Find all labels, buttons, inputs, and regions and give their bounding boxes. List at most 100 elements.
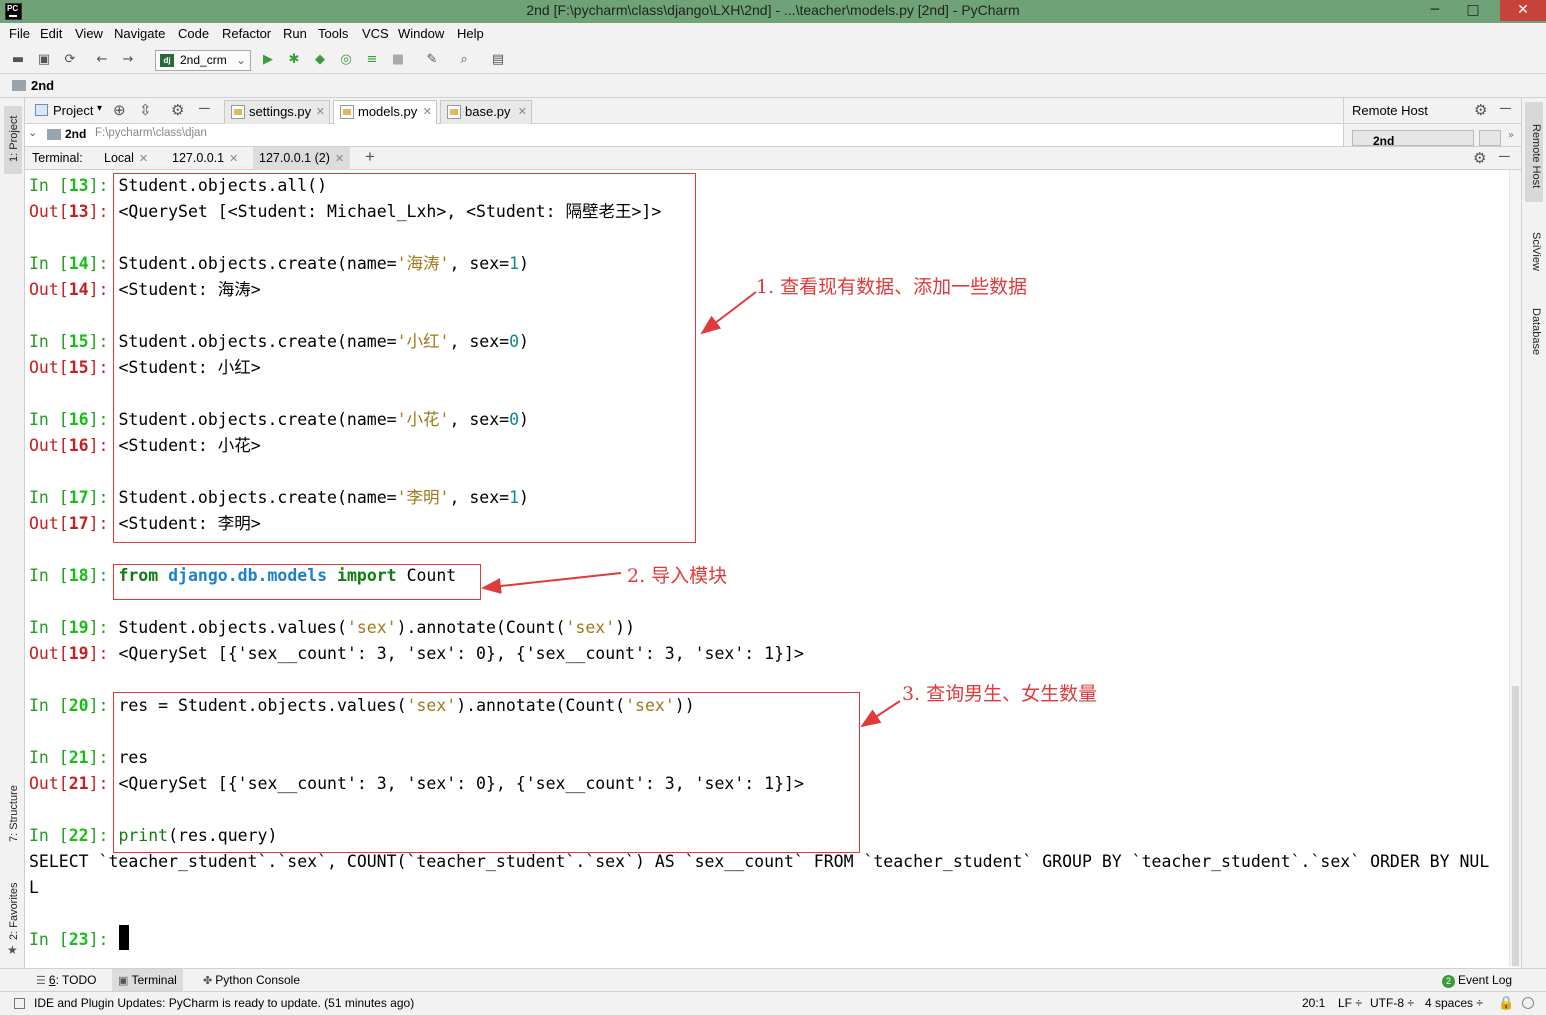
debug-icon[interactable]: ✱ — [286, 52, 302, 68]
editor-area[interactable] — [221, 124, 1343, 146]
run-icon[interactable]: ▶ — [260, 52, 276, 68]
gear-icon[interactable]: ⚙ — [1473, 149, 1486, 167]
collapse-icon[interactable]: ⇳ — [139, 101, 152, 119]
terminal-label: Terminal: — [32, 151, 83, 165]
terminal-tab[interactable]: ▣ Terminal — [112, 969, 183, 991]
chevron-down-icon: ▾ — [97, 103, 103, 114]
tab-label: models.py — [358, 104, 418, 119]
hide-icon[interactable]: ─ — [1499, 148, 1510, 165]
event-log-tab[interactable]: 2 Event Log — [1436, 969, 1518, 991]
django-icon: dj — [160, 54, 174, 67]
title-bar: PC 2nd [F:\pycharm\class\django\LXH\2nd]… — [0, 0, 1546, 23]
close-tab-icon[interactable]: ✕ — [518, 101, 527, 123]
close-tab-icon[interactable]: ✕ — [229, 153, 238, 165]
annotation-arrow-2 — [481, 572, 622, 595]
close-tab-icon[interactable]: ✕ — [423, 101, 432, 123]
favorites-tool-label[interactable]: 2: Favorites — [8, 883, 20, 940]
tab-label: settings.py — [249, 104, 312, 119]
coverage-icon[interactable]: ◆ — [312, 52, 328, 68]
python-file-icon — [340, 105, 354, 119]
hide-icon[interactable]: ─ — [1500, 100, 1511, 117]
menu-window[interactable]: Window — [398, 26, 444, 41]
forward-icon[interactable]: → — [120, 52, 136, 68]
project-root-name: 2nd — [65, 127, 87, 141]
python-icon: ✤ — [203, 975, 216, 987]
terminal-header: Terminal: Local ✕ 127.0.0.1 ✕ 127.0.0.1 (2… — [25, 146, 1521, 170]
tab-models[interactable]: models.py ✕ — [333, 100, 437, 124]
gear-icon[interactable]: ⚙ — [171, 101, 184, 119]
menu-edit[interactable]: Edit — [40, 26, 62, 41]
annotation-text-3: 3. 查询男生、女生数量 — [902, 683, 1098, 705]
gear-icon[interactable]: ⚙ — [1474, 101, 1487, 119]
locate-icon[interactable]: ⊕ — [113, 101, 126, 119]
stop-icon[interactable]: ■ — [390, 52, 406, 68]
line-separator[interactable]: LF ÷ — [1338, 992, 1362, 1014]
hide-icon[interactable]: ─ — [199, 100, 210, 117]
menu-run[interactable]: Run — [283, 26, 307, 41]
chevron-down-icon: ⌄ — [28, 127, 38, 139]
sync-icon[interactable]: ⟳ — [62, 52, 78, 68]
open-icon[interactable]: ▬ — [10, 52, 26, 68]
back-icon[interactable]: ← — [94, 52, 110, 68]
menu-help[interactable]: Help — [457, 26, 484, 41]
status-message[interactable]: IDE and Plugin Updates: PyCharm is ready… — [34, 992, 414, 1014]
run-configuration-label: 2nd_crm — [180, 53, 227, 67]
terminal-console[interactable]: In [13]: Student.objects.all() Out[13]: … — [25, 170, 1509, 967]
remote-host-button[interactable] — [1479, 130, 1501, 146]
indent-setting[interactable]: 4 spaces ÷ — [1425, 992, 1483, 1014]
tool-windows-icon[interactable] — [14, 998, 25, 1009]
save-icon[interactable]: ▣ — [36, 52, 52, 68]
scrollbar-thumb[interactable] — [1512, 686, 1519, 966]
project-tree-root[interactable]: ⌄ 2nd F:\pycharm\class\djan — [25, 124, 221, 146]
console-scrollbar[interactable] — [1509, 170, 1521, 967]
minimize-button[interactable]: ─ — [1420, 0, 1450, 21]
project-view-icon — [35, 104, 48, 116]
list-icon: ☰ — [36, 975, 49, 987]
menu-tools[interactable]: Tools — [318, 26, 348, 41]
menu-navigate[interactable]: Navigate — [114, 26, 165, 41]
todo-tab[interactable]: ☰ 6: TODO — [30, 969, 103, 991]
project-view-dropdown[interactable]: Project — [53, 103, 93, 118]
close-button[interactable]: ✕ — [1500, 0, 1546, 21]
lock-icon[interactable]: 🔒 — [1498, 992, 1514, 1014]
close-tab-icon[interactable]: ✕ — [139, 153, 148, 165]
terminal-icon[interactable]: ▤ — [490, 52, 506, 68]
database-tool-label[interactable]: Database — [1530, 308, 1542, 355]
terminal-tab-host-2[interactable]: 127.0.0.1 (2) ✕ — [253, 147, 351, 170]
terminal-icon: ▣ — [118, 975, 132, 987]
navigation-bar: 2nd — [0, 74, 1546, 98]
tab-base[interactable]: base.py ✕ — [440, 100, 532, 124]
tab-settings[interactable]: settings.py ✕ — [224, 100, 330, 124]
sciview-tool-label[interactable]: SciView — [1530, 232, 1542, 271]
close-tab-icon[interactable]: ✕ — [335, 153, 344, 165]
breadcrumb-project[interactable]: 2nd — [31, 78, 54, 93]
maximize-button[interactable]: □ — [1458, 0, 1488, 21]
file-encoding[interactable]: UTF-8 ÷ — [1370, 992, 1414, 1014]
new-terminal-button[interactable]: + — [365, 147, 375, 167]
concurrency-icon[interactable]: ≡ — [364, 52, 380, 68]
remote-host-title: Remote Host — [1352, 103, 1428, 118]
search-icon[interactable]: ⌕ — [456, 52, 472, 68]
right-tool-strip: Remote Host SciView Database — [1521, 98, 1546, 968]
editor-tabs-bar: settings.py ✕ models.py ✕ base.py ✕ — [221, 98, 1343, 124]
profile-icon[interactable]: ◎ — [338, 52, 354, 68]
structure-tool-label[interactable]: 7: Structure — [8, 785, 20, 842]
inspector-icon[interactable] — [1522, 997, 1534, 1009]
menu-file[interactable]: File — [9, 26, 30, 41]
menu-bar: File Edit View Navigate Code Refactor Ru… — [0, 23, 1546, 46]
terminal-tab-local[interactable]: Local ✕ — [98, 147, 154, 170]
settings-wrench-icon[interactable]: ✎ — [424, 52, 440, 68]
remote-host-select[interactable]: 2nd — [1352, 130, 1474, 146]
python-console-tab[interactable]: ✤ Python Console — [197, 969, 306, 991]
menu-refactor[interactable]: Refactor — [222, 26, 271, 41]
terminal-tab-host[interactable]: 127.0.0.1 ✕ — [166, 147, 244, 170]
terminal-tab-label: 127.0.0.1 (2) — [259, 151, 330, 165]
menu-vcs[interactable]: VCS — [362, 26, 389, 41]
more-icon[interactable]: » — [1508, 130, 1514, 141]
menu-view[interactable]: View — [75, 26, 103, 41]
close-tab-icon[interactable]: ✕ — [316, 101, 325, 123]
bottom-tool-tabs: ☰ 6: TODO ▣ Terminal ✤ Python Console 2E… — [0, 968, 1546, 991]
cursor-position[interactable]: 20:1 — [1302, 992, 1325, 1014]
run-configuration-select[interactable]: dj 2nd_crm ⌄ — [155, 50, 251, 71]
menu-code[interactable]: Code — [178, 26, 209, 41]
